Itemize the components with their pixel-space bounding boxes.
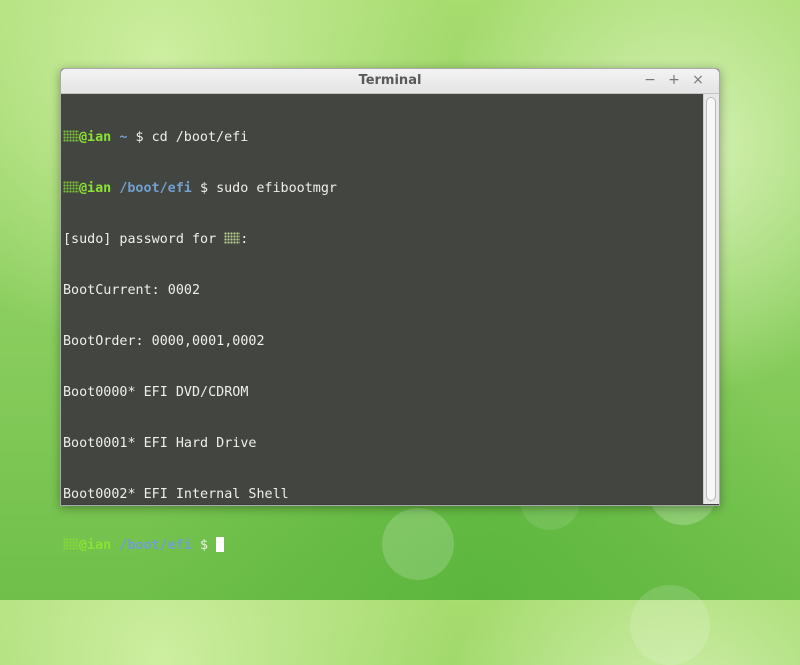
output-line: Boot0001* EFI Hard Drive [63, 436, 257, 451]
terminal-output[interactable]: @ian ~ $ cd /boot/efi @ian /boot/efi $ s… [61, 94, 703, 553]
text-cursor [216, 537, 225, 552]
redacted-hostname [63, 130, 79, 142]
command-text: sudo efibootmgr [216, 181, 337, 196]
output-line: Boot0002* EFI Internal Shell [63, 487, 289, 502]
prompt-path: /boot/efi [119, 181, 192, 196]
terminal-window: Terminal − + × @ian ~ $ cd /boot/efi @ia… [60, 68, 720, 553]
window-title: Terminal [358, 73, 422, 88]
command-text: cd /boot/efi [151, 130, 249, 145]
prompt-user: @ian [79, 181, 112, 196]
terminal-scrollbar[interactable] [703, 94, 719, 504]
terminal-line: @ian ~ $ cd /boot/efi [63, 129, 703, 146]
maximize-button[interactable]: + [666, 72, 682, 88]
window-titlebar[interactable]: Terminal − + × [61, 69, 719, 94]
prompt-symbol: $ [135, 130, 144, 145]
redacted-hostname [63, 538, 79, 550]
redacted-username [224, 232, 241, 244]
output-line: BootOrder: 0000,0001,0002 [63, 334, 265, 349]
close-button[interactable]: × [690, 72, 706, 88]
terminal-line: @ian /boot/efi $ [63, 537, 703, 554]
output-line: BootCurrent: 0002 [63, 283, 201, 298]
scrollbar-thumb[interactable] [706, 97, 716, 501]
wallpaper-bokeh [630, 585, 710, 665]
minimize-button[interactable]: − [642, 72, 658, 88]
redacted-hostname [63, 181, 79, 193]
sudo-prompt-text: [sudo] password for [63, 232, 225, 247]
prompt-user: @ian [79, 538, 112, 553]
prompt-user: @ian [79, 130, 112, 145]
terminal-line: @ian /boot/efi $ sudo efibootmgr [63, 180, 703, 197]
terminal-line: [sudo] password for : [63, 231, 703, 248]
prompt-path: /boot/efi [119, 538, 192, 553]
prompt-path: ~ [119, 130, 128, 145]
prompt-symbol: $ [199, 181, 208, 196]
output-line: Boot0000* EFI DVD/CDROM [63, 385, 249, 400]
sudo-prompt-suffix: : [240, 232, 249, 247]
prompt-symbol: $ [199, 538, 208, 553]
